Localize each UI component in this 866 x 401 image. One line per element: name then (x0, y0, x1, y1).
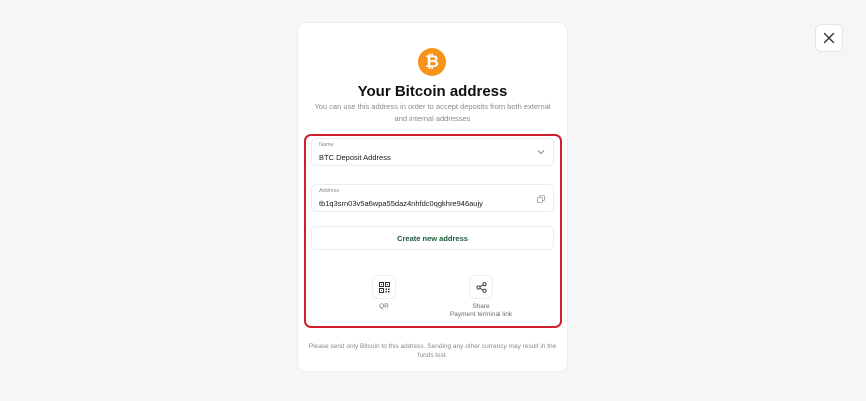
qr-button[interactable] (372, 275, 396, 299)
name-value: BTC Deposit Address (319, 153, 391, 162)
share-label: Share Payment terminal link (436, 303, 526, 319)
share-button[interactable] (469, 275, 493, 299)
footer-note: Please send only Bitcoin to this address… (308, 343, 557, 359)
qr-label: QR (379, 303, 389, 310)
create-new-address-button[interactable]: Create new address (311, 226, 554, 250)
close-button[interactable] (815, 24, 843, 52)
share-icon (475, 281, 487, 293)
share-sublabel: Payment terminal link (449, 311, 513, 318)
address-field[interactable]: Address tb1q3srn03v5a6wpa55daz4nhfdc0qgk… (311, 184, 554, 212)
qr-code-icon (378, 281, 390, 293)
copy-icon[interactable] (537, 195, 545, 203)
modal-subtitle: You can use this address in order to acc… (314, 102, 551, 123)
bitcoin-address-modal: ₿ Your Bitcoin address You can use this … (298, 23, 567, 371)
name-label: Name (319, 142, 334, 148)
name-select[interactable]: Name BTC Deposit Address (311, 138, 554, 166)
chevron-down-icon (537, 150, 545, 155)
address-label: Address (319, 188, 340, 194)
modal-title: Your Bitcoin address (357, 83, 508, 100)
close-icon (823, 32, 835, 44)
qr-action[interactable]: QR (339, 275, 429, 311)
address-value: tb1q3srn03v5a6wpa55daz4nhfdc0qgkhre946au… (319, 199, 483, 208)
share-action[interactable]: Share Payment terminal link (436, 275, 526, 319)
bitcoin-logo-icon: ₿ (418, 48, 446, 76)
share-title: Share (472, 303, 490, 310)
